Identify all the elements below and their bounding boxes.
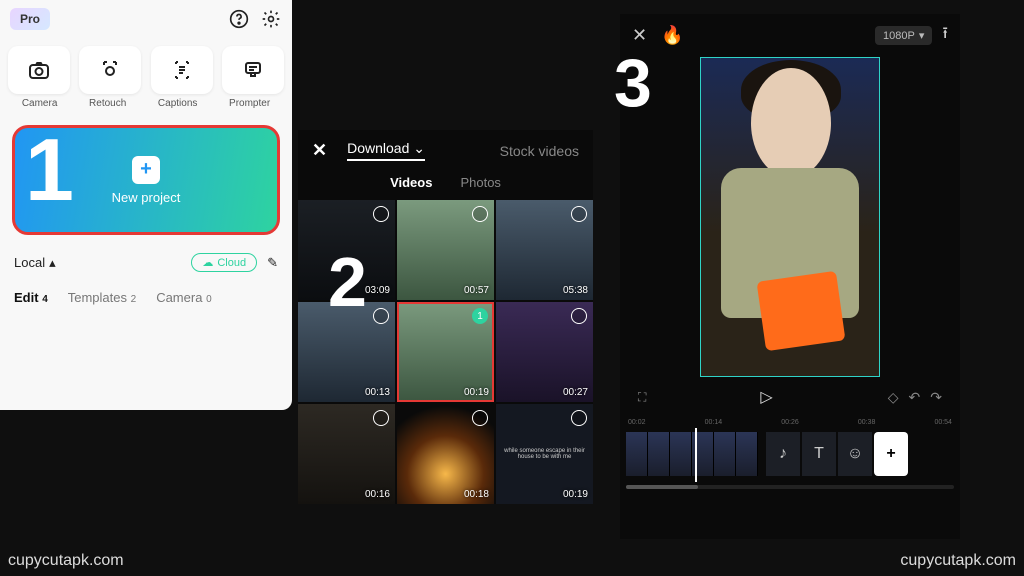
projects-tabs: Edit 4 Templates 2 Camera 0 <box>0 282 292 313</box>
clip-select-circle[interactable] <box>571 308 587 324</box>
new-project-button[interactable]: 1 + New project <box>12 125 280 235</box>
timeline-tick: 00:02 <box>628 419 646 426</box>
export-icon[interactable]: ⭱ <box>942 22 948 49</box>
tool-audio-icon[interactable]: ♪ <box>766 432 800 476</box>
flame-icon[interactable]: 🔥 <box>661 25 683 46</box>
step-2-number: 2 <box>328 242 367 322</box>
playback-controls: ⛶ ▷ ◇ ↶ ↷ <box>620 377 960 417</box>
edit-pencil-icon[interactable]: ✎ <box>267 255 278 271</box>
clip-duration: 00:19 <box>563 489 588 500</box>
resolution-button[interactable]: 1080P ▾ <box>875 26 932 45</box>
gallery-clip[interactable]: 00:57 <box>397 200 494 300</box>
timeline-tools: ♪ T ☺ + <box>766 432 908 476</box>
label-captions: Captions <box>158 98 197 109</box>
clip-select-circle[interactable] <box>472 410 488 426</box>
playhead[interactable] <box>695 428 697 482</box>
chevron-down-icon: ▾ <box>919 29 925 42</box>
panel-editor: ✕ 🔥 1080P ▾ ⭱ ⛶ ▷ ◇ ↶ ↷ 00:0200:1400:260… <box>620 14 960 539</box>
source-stock-videos[interactable]: Stock videos <box>500 143 579 159</box>
storage-row: Local ▴ ☁ Cloud ✎ <box>0 243 292 282</box>
quick-actions-row <box>0 38 292 98</box>
tool-text-icon[interactable]: T <box>802 432 836 476</box>
quick-labels: Camera Retouch Captions Prompter <box>0 98 292 117</box>
gallery-subtabs: Videos Photos <box>298 167 593 200</box>
clip-duration: 05:38 <box>563 285 588 296</box>
redo-icon[interactable]: ↷ <box>930 389 942 406</box>
storage-local-toggle[interactable]: Local ▴ <box>14 255 56 271</box>
gallery-clip[interactable]: 05:38 <box>496 200 593 300</box>
timeline-tick: 00:54 <box>934 419 952 426</box>
clip-select-circle[interactable] <box>571 410 587 426</box>
chevron-down-icon: ⌄ <box>413 140 425 156</box>
panel-home: Pro Camera Retouch Captions Prompter <box>0 0 292 410</box>
source-download[interactable]: Download ⌄ <box>347 140 425 161</box>
close-icon[interactable]: ✕ <box>312 140 327 161</box>
quick-camera[interactable] <box>8 46 70 94</box>
clip-duration: 00:19 <box>464 387 489 398</box>
gallery-header: ✕ Download ⌄ Stock videos <box>298 130 593 167</box>
timeline-scrollbar[interactable] <box>626 485 954 489</box>
pro-badge[interactable]: Pro <box>10 8 50 30</box>
step-1-number: 1 <box>25 126 74 214</box>
timeline-tick: 00:38 <box>858 419 876 426</box>
subtab-videos[interactable]: Videos <box>390 175 432 190</box>
clip-duration: 00:57 <box>464 285 489 296</box>
editor-topbar: ✕ 🔥 1080P ▾ ⭱ <box>620 14 960 57</box>
watermark-left: cupycutapk.com <box>8 552 124 570</box>
close-icon[interactable]: ✕ <box>632 25 647 46</box>
clip-duration: 00:27 <box>563 387 588 398</box>
gallery-clip[interactable]: 00:27 <box>496 302 593 402</box>
cloud-icon: ☁ <box>202 256 213 269</box>
label-retouch: Retouch <box>89 98 126 109</box>
timeline-tick: 00:14 <box>705 419 723 426</box>
keyframe-icon[interactable]: ◇ <box>888 389 899 406</box>
clip-select-circle[interactable] <box>373 308 389 324</box>
gallery-clip[interactable]: 00:16 <box>298 404 395 504</box>
tool-sticker-icon[interactable]: ☺ <box>838 432 872 476</box>
step-3-number: 3 <box>614 44 652 122</box>
label-camera: Camera <box>22 98 58 109</box>
fullscreen-icon[interactable]: ⛶ <box>638 390 645 405</box>
label-prompter: Prompter <box>229 98 270 109</box>
clip-select-circle[interactable]: 1 <box>472 308 488 324</box>
tab-edit[interactable]: Edit 4 <box>14 290 48 305</box>
tab-templates[interactable]: Templates 2 <box>68 290 136 305</box>
gear-icon[interactable] <box>260 8 282 30</box>
chevron-up-icon: ▴ <box>49 255 56 271</box>
undo-icon[interactable]: ↶ <box>909 389 921 406</box>
clip-select-circle[interactable] <box>373 410 389 426</box>
add-clip-button[interactable]: + <box>874 432 908 476</box>
quick-retouch[interactable] <box>79 46 141 94</box>
clip-duration: 00:18 <box>464 489 489 500</box>
timeline[interactable]: ♪ T ☺ + <box>620 428 960 482</box>
cloud-button[interactable]: ☁ Cloud <box>191 253 257 272</box>
clip-duration: 00:13 <box>365 387 390 398</box>
help-icon[interactable] <box>228 8 250 30</box>
timeline-ruler: 00:02 00:14 00:26 00:38 00:54 <box>620 417 960 428</box>
tab-camera[interactable]: Camera 0 <box>156 290 211 305</box>
gallery-clip[interactable]: 1 00:19 <box>397 302 494 402</box>
subtab-photos[interactable]: Photos <box>460 175 500 190</box>
quick-captions[interactable] <box>151 46 213 94</box>
clip-strip[interactable] <box>626 432 758 476</box>
clip-duration: 03:09 <box>365 285 390 296</box>
clip-select-circle[interactable] <box>373 206 389 222</box>
clip-select-circle[interactable] <box>472 206 488 222</box>
timeline-tick: 00:26 <box>781 419 799 426</box>
gallery-clip[interactable]: 00:18 <box>397 404 494 504</box>
quick-prompter[interactable] <box>222 46 284 94</box>
gallery-clip[interactable]: 00:19while someone escape in their house… <box>496 404 593 504</box>
watermark-right: cupycutapk.com <box>900 552 1016 570</box>
play-icon[interactable]: ▷ <box>760 387 772 407</box>
new-project-label: New project <box>112 190 181 205</box>
home-header: Pro <box>0 0 292 38</box>
video-preview[interactable] <box>700 57 880 377</box>
plus-icon: + <box>132 156 160 184</box>
home-header-icons <box>228 8 282 30</box>
clip-duration: 00:16 <box>365 489 390 500</box>
clip-select-circle[interactable] <box>571 206 587 222</box>
